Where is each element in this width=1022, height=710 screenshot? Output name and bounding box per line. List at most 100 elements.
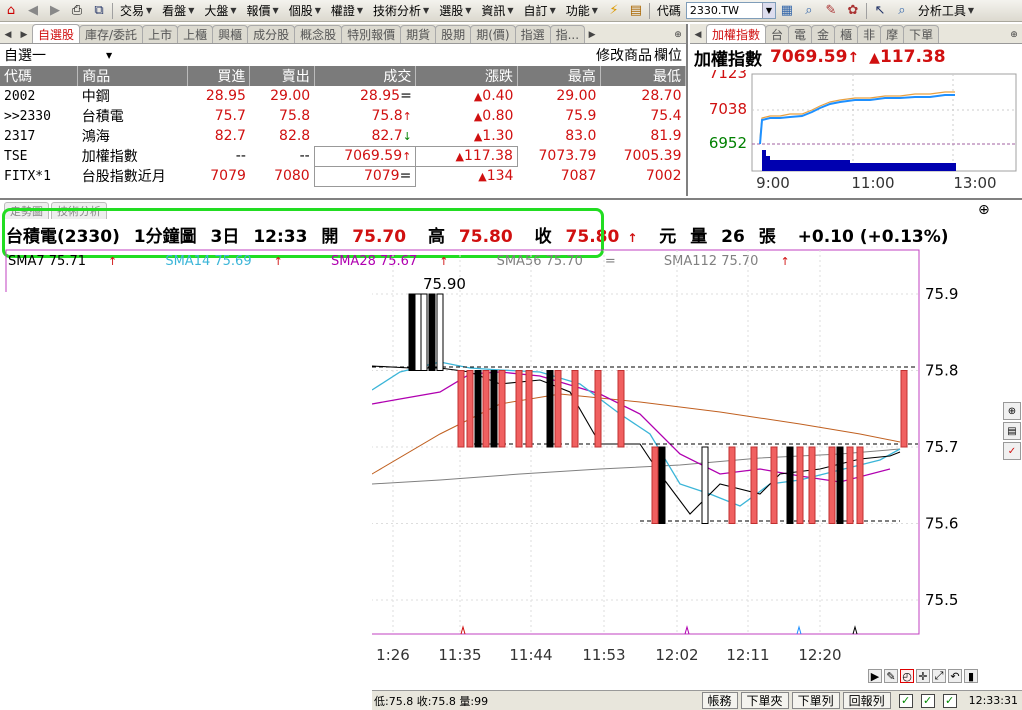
pointer-icon[interactable]: ↖ xyxy=(871,2,889,20)
tab-technical-analysis[interactable]: 技術分析 xyxy=(51,202,107,219)
crosshair-icon[interactable]: ✛ xyxy=(916,669,930,683)
tab-scroll-right-icon[interactable]: ▶ xyxy=(16,27,32,43)
clipboard-icon[interactable]: ▤ xyxy=(627,2,645,20)
home-icon[interactable]: ⌂ xyxy=(2,2,20,20)
cell-name: 鴻海 xyxy=(81,129,110,145)
tab-futures[interactable]: 期貨 xyxy=(400,25,437,43)
equal-mark: = xyxy=(399,168,412,184)
menu-custom[interactable]: 自訂 ▼ xyxy=(519,1,561,21)
forward-icon[interactable]: ▶ xyxy=(46,2,64,20)
tab-special-quotes[interactable]: 特別報價 xyxy=(341,25,402,43)
tab-emerging[interactable]: 興櫃 xyxy=(212,25,249,43)
col-header-code[interactable]: 代碼 xyxy=(0,66,79,86)
report-bar-button[interactable]: 回報列 xyxy=(842,692,891,709)
code-combobox[interactable]: 2330.TW ▼ xyxy=(685,2,776,19)
table-row[interactable]: >>2330 台積電 75.7 75.8 75.8↑ ▲0.80 75.9 75… xyxy=(0,106,686,126)
tab-more[interactable]: 指... xyxy=(549,25,586,43)
tab-otc[interactable]: 上櫃 xyxy=(177,25,214,43)
tab-concept[interactable]: 概念股 xyxy=(294,25,343,43)
col-header-last[interactable]: 成交 xyxy=(314,66,417,86)
tab-components[interactable]: 成分股 xyxy=(247,25,296,43)
tab-options-price[interactable]: 期(價) xyxy=(470,25,516,43)
undo-icon[interactable]: ↶ xyxy=(948,669,962,683)
chart-scrollbar[interactable]: ▶ ✎ ◴ ✛ ⤢ ↶ ▮ xyxy=(868,668,1018,684)
menu-screener[interactable]: 選股 ▼ xyxy=(434,1,476,21)
menu-market[interactable]: 大盤 ▼ xyxy=(199,1,241,21)
menu-quotes[interactable]: 報價 ▼ xyxy=(242,1,284,21)
col-header-ask[interactable]: 賣出 xyxy=(249,66,315,86)
zoom-icon[interactable]: ⊕ xyxy=(670,27,686,43)
tab-stock-futures[interactable]: 股期 xyxy=(435,25,472,43)
zoom-icon[interactable]: ⊕ xyxy=(978,202,990,218)
checkbox-1[interactable]: ✓ xyxy=(898,693,913,708)
checkbox-2[interactable]: ✓ xyxy=(920,693,935,708)
col-header-low[interactable]: 最低 xyxy=(600,66,687,86)
col-header-change[interactable]: 漲跌 xyxy=(415,66,518,86)
checkbox-3[interactable]: ✓ xyxy=(942,693,957,708)
tab-watchlist[interactable]: 自選股 xyxy=(32,24,81,43)
menu-trade[interactable]: 交易 ▼ xyxy=(115,1,157,21)
settings-icon[interactable]: ✿ xyxy=(844,2,862,20)
zoom-icon[interactable]: ⊕ xyxy=(1003,402,1021,420)
tab-tw[interactable]: 台 xyxy=(765,25,790,43)
tab-trend-chart[interactable]: 走勢圖 xyxy=(4,202,49,219)
chevron-down-icon[interactable]: ▼ xyxy=(761,3,775,18)
tab-otc-index[interactable]: 櫃 xyxy=(834,25,859,43)
col-header-name[interactable]: 商品 xyxy=(77,66,189,86)
menu-analysis-tools[interactable]: 分析工具 ▼ xyxy=(913,1,979,21)
print-icon[interactable]: ⎙ xyxy=(68,2,86,20)
cell-change: ▲0.40 xyxy=(416,86,518,106)
lightning-icon[interactable]: ⚡ xyxy=(605,2,623,20)
tab-order[interactable]: 下單 xyxy=(903,25,940,43)
menu-stock[interactable]: 個股 ▼ xyxy=(284,1,326,21)
peak-label: 75.90 xyxy=(423,275,466,293)
tab-inventory[interactable]: 庫存/委託 xyxy=(79,25,144,43)
index-value-text: 7069.59 xyxy=(770,47,848,67)
table-row[interactable]: TSE 加權指數 -- -- 7069.59↑ ▲117.38 7073.79 … xyxy=(0,145,686,167)
tab-scroll-left-icon[interactable]: ◀ xyxy=(0,27,16,43)
modify-products-button[interactable]: 修改商品 xyxy=(596,48,652,64)
tab-electronics[interactable]: 電 xyxy=(788,25,813,43)
tab-listed[interactable]: 上市 xyxy=(142,25,179,43)
fit-icon[interactable]: ⤢ xyxy=(932,669,946,683)
candle xyxy=(474,370,482,448)
col-header-bid[interactable]: 買進 xyxy=(187,66,251,86)
x-axis-labels: 1:26 11:35 11:44 11:53 12:02 12:11 12:20 xyxy=(376,646,841,664)
order-folder-button[interactable]: 下單夾 xyxy=(740,692,789,709)
menu-warrant[interactable]: 權證 ▼ xyxy=(326,1,368,21)
table-row[interactable]: FITX*1 台股指數近月 7079 7080 7079= ▲134 7087 … xyxy=(0,165,686,187)
tab-taiex[interactable]: 加權指數 xyxy=(706,24,767,43)
popout-icon[interactable]: ⧉ xyxy=(90,2,108,20)
accounts-button[interactable]: 帳務 xyxy=(701,692,738,709)
back-icon[interactable]: ◀ xyxy=(24,2,42,20)
bar-chart-icon[interactable]: ▮ xyxy=(964,669,978,683)
quote-icon[interactable]: ▦ xyxy=(778,2,796,20)
col-header-high[interactable]: 最高 xyxy=(517,66,601,86)
tab-scroll-left-icon[interactable]: ◀ xyxy=(690,27,706,43)
checkbox-icon[interactable]: ✓ xyxy=(1003,442,1021,460)
tab-non[interactable]: 非 xyxy=(857,25,882,43)
tab-index-options[interactable]: 指選 xyxy=(514,25,551,43)
chevron-down-icon[interactable]: ▼ xyxy=(106,51,112,60)
scroll-right-icon[interactable]: ▶ xyxy=(868,669,882,683)
order-bar-button[interactable]: 下單列 xyxy=(791,692,840,709)
analysis-icon[interactable]: ⌕ xyxy=(893,2,911,20)
menu-technical[interactable]: 技術分析 ▼ xyxy=(368,1,434,21)
menu-info[interactable]: 資訊 ▼ xyxy=(476,1,518,21)
columns-button[interactable]: 欄位 xyxy=(654,48,682,64)
tool-icon[interactable]: ✎ xyxy=(884,669,898,683)
zoom-icon[interactable]: ⊕ xyxy=(1006,27,1022,43)
tools-icon[interactable]: ✎ xyxy=(822,2,840,20)
table-row[interactable]: 2002 中鋼 28.95 29.00 28.95= ▲0.40 29.00 2… xyxy=(0,86,686,106)
list-selector[interactable]: 自選一 ▼ xyxy=(4,45,112,65)
clock-icon[interactable]: ◴ xyxy=(900,669,914,683)
search-icon[interactable]: ⌕ xyxy=(800,2,818,20)
tab-msci[interactable]: 摩 xyxy=(880,25,905,43)
tab-scroll-right-icon[interactable]: ▶ xyxy=(584,27,600,43)
menu-label: 權證 xyxy=(330,4,355,18)
menu-functions[interactable]: 功能 ▼ xyxy=(561,1,603,21)
menu-watch[interactable]: 看盤 ▼ xyxy=(157,1,199,21)
tab-finance[interactable]: 金 xyxy=(811,25,836,43)
table-row[interactable]: 2317 鴻海 82.7 82.8 82.7↓ ▲1.30 83.0 81.9 xyxy=(0,126,686,146)
settings-icon[interactable]: ▤ xyxy=(1003,422,1021,440)
